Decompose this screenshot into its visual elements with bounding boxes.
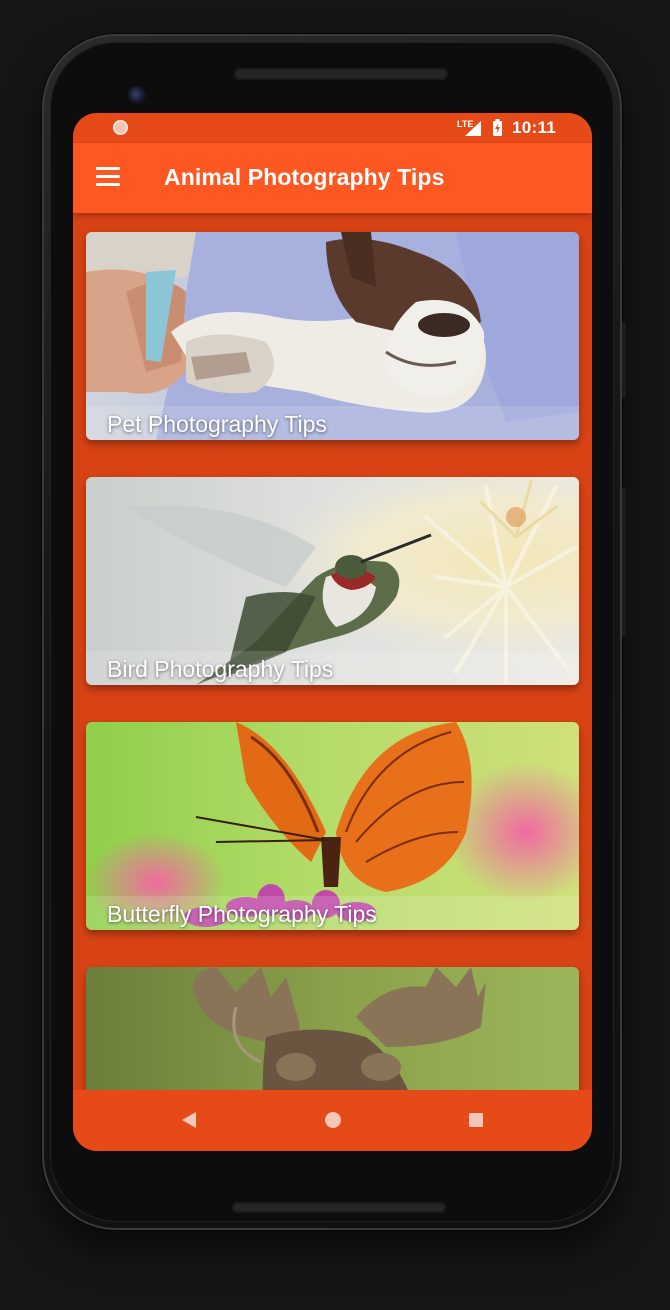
card-moose-photography[interactable] bbox=[86, 967, 579, 1090]
navigation-bar bbox=[73, 1090, 592, 1151]
card-butterfly-photography[interactable]: Butterfly Photography Tips bbox=[86, 722, 579, 930]
app-title: Animal Photography Tips bbox=[164, 164, 445, 190]
front-camera bbox=[128, 86, 146, 104]
signal-icon bbox=[465, 121, 481, 136]
earpiece-speaker bbox=[234, 68, 448, 80]
moose-photo bbox=[86, 967, 579, 1090]
card-label: Pet Photography Tips bbox=[107, 411, 327, 437]
screen: LTE 10:11 Animal Photography Tips Pet Ph… bbox=[73, 113, 592, 1151]
hamburger-menu-icon[interactable] bbox=[96, 167, 120, 187]
card-label: Bird Photography Tips bbox=[107, 656, 334, 682]
notification-dot-icon bbox=[113, 120, 128, 135]
status-time: 10:11 bbox=[512, 118, 557, 137]
card-pet-photography[interactable]: Pet Photography Tips bbox=[86, 232, 579, 440]
volume-button bbox=[622, 487, 626, 637]
power-button bbox=[622, 322, 626, 398]
recent-apps-square-icon[interactable] bbox=[469, 1113, 483, 1127]
back-triangle-icon[interactable] bbox=[182, 1112, 196, 1128]
bottom-speaker bbox=[232, 1202, 446, 1213]
home-circle-icon[interactable] bbox=[325, 1112, 341, 1128]
card-label: Butterfly Photography Tips bbox=[107, 901, 377, 927]
card-list[interactable]: Pet Photography Tips Bird Photography Ti… bbox=[73, 213, 592, 1090]
battery-charging-icon bbox=[493, 119, 502, 136]
card-bird-photography[interactable]: Bird Photography Tips bbox=[86, 477, 579, 685]
status-bar: LTE 10:11 bbox=[73, 113, 592, 143]
app-bar: Animal Photography Tips bbox=[73, 143, 592, 213]
